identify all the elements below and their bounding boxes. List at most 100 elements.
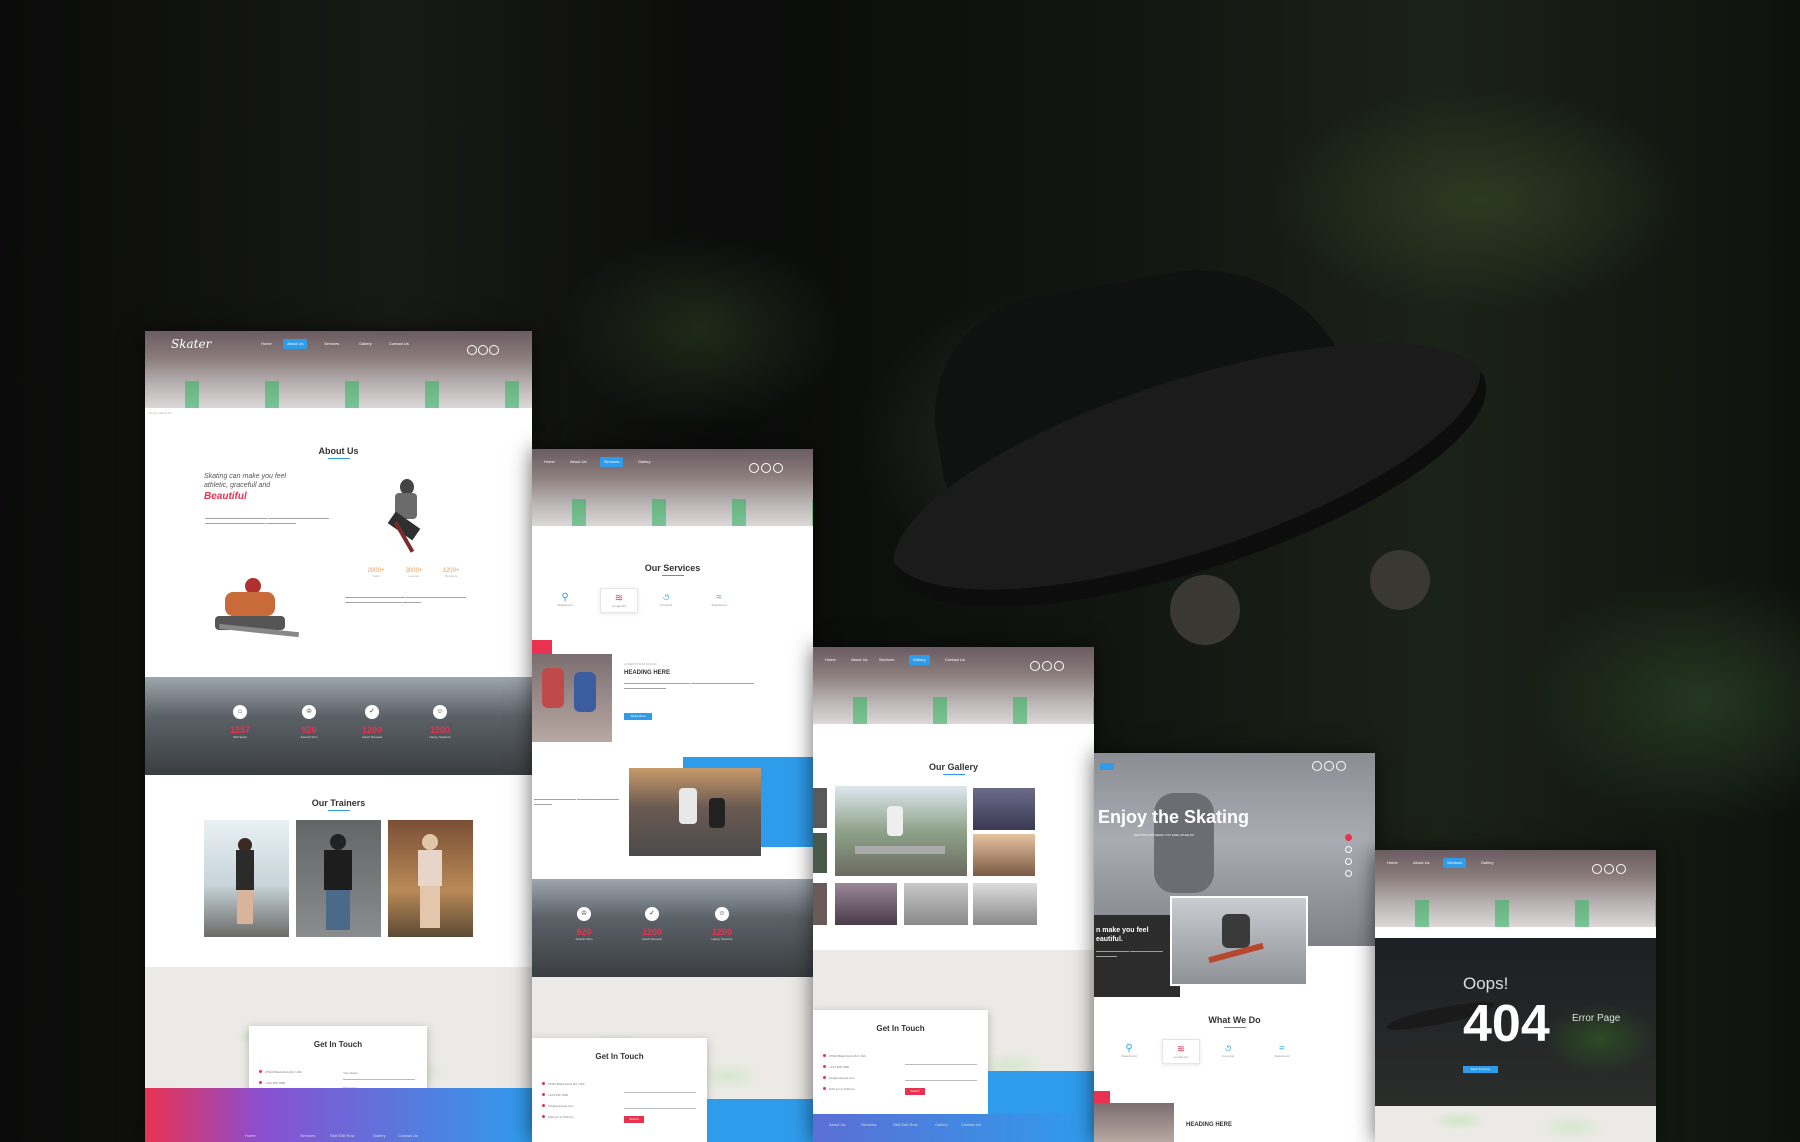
password-field[interactable] bbox=[905, 1080, 977, 1081]
facebook-icon[interactable] bbox=[467, 345, 477, 355]
service-item-selected[interactable]: ≋ Longboard bbox=[1162, 1039, 1200, 1064]
submit-button[interactable]: Submit bbox=[905, 1088, 925, 1095]
read-more-button[interactable]: Read More bbox=[624, 713, 652, 720]
service-item[interactable]: ⚲ Skateboard bbox=[1116, 1043, 1142, 1058]
facebook-icon[interactable] bbox=[1030, 661, 1040, 671]
footer-link[interactable]: Services bbox=[300, 1133, 315, 1138]
nav-services[interactable]: Services bbox=[600, 457, 624, 467]
gallery-photo[interactable] bbox=[835, 883, 897, 925]
twitter-icon[interactable] bbox=[761, 463, 771, 473]
map-section[interactable] bbox=[1375, 1106, 1656, 1142]
nav-services[interactable]: Services bbox=[1443, 858, 1467, 868]
service-item[interactable]: ≈ Skateboard bbox=[1269, 1043, 1295, 1058]
service-item[interactable]: ≈ Skateboard bbox=[706, 592, 732, 607]
address-text: 27010 Black Rock Rd, USA bbox=[548, 1082, 585, 1086]
password-field[interactable] bbox=[624, 1108, 696, 1109]
nav-about[interactable]: About Us bbox=[566, 457, 590, 467]
contact-email: info@example.com bbox=[823, 1076, 855, 1080]
trainer-photo[interactable] bbox=[296, 820, 381, 937]
services-paragraph: ▬▬▬▬▬▬▬▬▬▬▬▬▬▬▬▬▬▬▬▬▬▬ ▬▬▬▬▬▬▬▬▬▬▬▬▬▬▬▬▬… bbox=[624, 681, 754, 690]
gallery-photo[interactable] bbox=[813, 833, 827, 873]
slider-dot[interactable] bbox=[1345, 858, 1352, 865]
nav-contact[interactable]: Contact Us bbox=[941, 655, 969, 665]
footer-link[interactable]: Skill Edit Row bbox=[893, 1122, 917, 1127]
twitter-icon[interactable] bbox=[1604, 864, 1614, 874]
nav-gallery[interactable]: Gallery bbox=[909, 655, 930, 665]
nav-home[interactable]: Home bbox=[540, 457, 559, 467]
trainer-photo[interactable] bbox=[388, 820, 473, 937]
nav-services[interactable]: Services bbox=[320, 339, 343, 349]
nav-home[interactable]: Home bbox=[257, 339, 276, 349]
counter-label: Skill Spots bbox=[232, 735, 247, 739]
footer-link[interactable]: Contact Us bbox=[398, 1133, 418, 1138]
footer-link[interactable]: Contact Us bbox=[961, 1122, 981, 1127]
footer-link[interactable]: Skill Edit Row bbox=[330, 1133, 354, 1138]
twitter-icon[interactable] bbox=[1042, 661, 1052, 671]
facebook-icon[interactable] bbox=[1592, 864, 1602, 874]
phone-icon bbox=[823, 1065, 826, 1068]
breadcrumb-home[interactable]: Home bbox=[149, 411, 157, 415]
thumbs-up-icon: ✓ bbox=[645, 907, 659, 921]
nav-about[interactable]: About Us bbox=[847, 655, 871, 665]
slider-dot[interactable] bbox=[1345, 846, 1352, 853]
google-icon[interactable] bbox=[1054, 661, 1064, 671]
nav-about[interactable]: About Us bbox=[1409, 858, 1433, 868]
google-icon[interactable] bbox=[1616, 864, 1626, 874]
mini-stat: 1200+ Members bbox=[436, 568, 466, 578]
google-icon[interactable] bbox=[489, 345, 499, 355]
footer-link[interactable]: Services bbox=[861, 1122, 876, 1127]
service-item[interactable]: ૭ Freestyle bbox=[1215, 1043, 1241, 1058]
service-item-selected[interactable]: ≋ Longboard bbox=[600, 588, 638, 613]
counter: ✓ 1200 Latest Reviews bbox=[352, 705, 392, 739]
nav-gallery[interactable]: Gallery bbox=[1477, 858, 1498, 868]
back-home-button[interactable]: Back To Home bbox=[1463, 1066, 1498, 1073]
name-field[interactable] bbox=[624, 1092, 696, 1093]
footer-link[interactable]: Home bbox=[245, 1133, 256, 1138]
service-item[interactable]: ૭ Freestyle bbox=[653, 592, 679, 607]
nav-home[interactable]: Home bbox=[821, 655, 840, 665]
service-item[interactable]: ⚲ Skateboard bbox=[552, 592, 578, 607]
trainer-photo[interactable] bbox=[204, 820, 289, 937]
contact-title: Get In Touch bbox=[595, 1052, 644, 1061]
skater-jump-photo bbox=[385, 479, 425, 553]
google-icon[interactable] bbox=[1336, 761, 1346, 771]
gallery-photo-featured[interactable] bbox=[835, 786, 967, 876]
nav-contact[interactable]: Contact Us bbox=[385, 339, 413, 349]
nav-home[interactable]: Home bbox=[1383, 858, 1402, 868]
counter-label: Happy Students bbox=[711, 937, 733, 941]
counter-num: 1257 bbox=[229, 725, 251, 735]
footer-link[interactable]: About Us bbox=[829, 1122, 845, 1127]
intro-line1: n make you feel bbox=[1096, 927, 1149, 934]
slider-dot[interactable] bbox=[1345, 870, 1352, 877]
nav-about[interactable]: About Us bbox=[283, 339, 308, 349]
nav-gallery[interactable]: Gallery bbox=[355, 339, 376, 349]
footer-link[interactable]: Gallery bbox=[373, 1133, 386, 1138]
twitter-icon[interactable] bbox=[1324, 761, 1334, 771]
footer: Home Services Skill Edit Row Gallery Con… bbox=[145, 1088, 532, 1142]
twitter-icon[interactable] bbox=[478, 345, 488, 355]
name-field[interactable] bbox=[905, 1064, 977, 1065]
name-field[interactable] bbox=[343, 1079, 415, 1080]
gallery-photo[interactable] bbox=[904, 883, 968, 925]
mail-icon bbox=[823, 1076, 826, 1079]
tagline-line1: Skating can make you feel bbox=[204, 473, 287, 480]
gallery-photo[interactable] bbox=[813, 788, 827, 828]
footer-links: About Us Services Skill Edit Row Gallery… bbox=[813, 1114, 1094, 1142]
facebook-icon[interactable] bbox=[1312, 761, 1322, 771]
name-field-label[interactable]: Your Name bbox=[343, 1071, 358, 1075]
footer-link[interactable]: Gallery bbox=[935, 1122, 948, 1127]
breadcrumb: Home / About Us bbox=[149, 411, 172, 415]
slider-dot-active[interactable] bbox=[1345, 834, 1352, 841]
gallery-photo[interactable] bbox=[973, 883, 1037, 925]
facebook-icon[interactable] bbox=[749, 463, 759, 473]
about-page-mockup: Skater Home About Us Services Gallery Co… bbox=[145, 331, 532, 1142]
hours-text: 9:00 am to 6:00 pm bbox=[548, 1115, 574, 1119]
gallery-photo[interactable] bbox=[973, 788, 1035, 830]
submit-button[interactable]: Submit bbox=[624, 1116, 644, 1123]
contact-phone: +123 456 7890 bbox=[823, 1065, 849, 1069]
gallery-photo[interactable] bbox=[813, 883, 827, 925]
nav-gallery[interactable]: Gallery bbox=[634, 457, 655, 467]
google-icon[interactable] bbox=[773, 463, 783, 473]
gallery-photo[interactable] bbox=[973, 834, 1035, 876]
nav-services[interactable]: Services bbox=[875, 655, 898, 665]
